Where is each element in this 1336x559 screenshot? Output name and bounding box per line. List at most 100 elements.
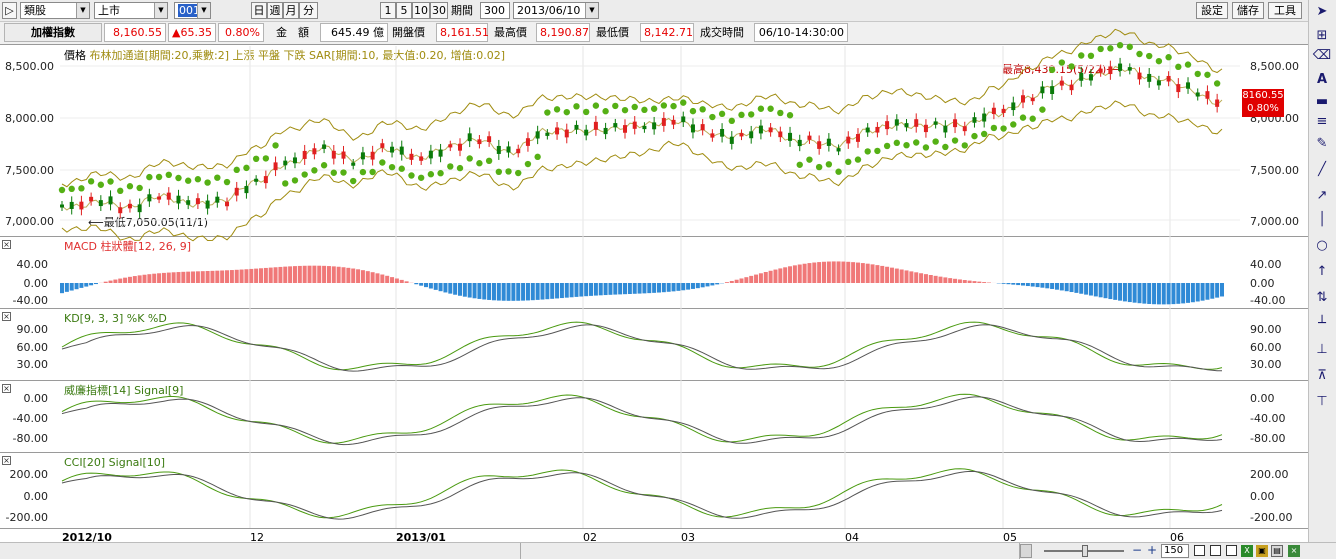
candle-body [302,150,307,159]
sar-dot [515,169,522,177]
zoom-out-icon[interactable]: − [1131,544,1143,557]
macd-bar [948,278,953,283]
candle-body [360,152,365,160]
macd-bar [1200,283,1205,301]
close-window-icon[interactable]: × [1288,545,1300,557]
candle-body [273,162,278,171]
crosshair-icon[interactable]: ⊞ [1310,26,1334,46]
macd-bar [1088,283,1093,296]
macd-bar [1113,283,1118,300]
macd-bar [550,283,555,299]
macd-bar [123,277,128,283]
hline-icon[interactable]: ▬ [1310,92,1334,112]
eraser-icon[interactable]: ⌫ [1310,46,1334,66]
macd-bar [521,283,526,301]
candle-body [661,118,666,126]
macd-bar [1171,283,1176,305]
sar-dot [175,174,182,182]
gann-icon[interactable]: ⊼ [1310,366,1334,386]
candle-body [283,160,288,166]
candle-body [1050,86,1055,95]
candle-body [1156,80,1161,86]
macd-bar [472,283,477,299]
candle-body [593,121,598,130]
macd-bar [1132,283,1137,303]
macd-bar [943,277,948,283]
window-restore-icon[interactable] [1210,545,1221,556]
sar-dot [757,105,765,112]
macd-bar [802,263,807,283]
macd-bar [559,283,564,299]
macd-bar [540,283,545,300]
cursor-icon[interactable]: ➤ [1310,2,1334,22]
rect-icon[interactable]: ⊤ [1310,392,1334,412]
candle-body [991,107,996,115]
macd-bar [186,271,191,283]
macd-bar [598,283,603,296]
macd-bar [424,283,429,288]
sar-dot [767,105,774,112]
chart-canvas[interactable] [0,0,1308,559]
text-icon[interactable]: A [1310,70,1334,90]
excel-icon[interactable]: X [1241,545,1253,557]
colors-icon[interactable]: ⇅ [1310,288,1334,308]
line-icon[interactable]: ╱ [1310,160,1334,180]
macd-bar [1137,283,1142,304]
lines-icon[interactable]: ≡ [1310,112,1334,132]
candle-body [729,136,734,144]
candle-body [933,121,938,125]
candle-body [574,124,579,130]
print-icon[interactable]: ▤ [1271,545,1283,557]
save-icon[interactable]: ▣ [1256,545,1268,557]
sar-dot [1145,52,1153,60]
sar-dot [417,174,425,181]
macd-bar [516,283,521,301]
macd-bar [739,278,744,283]
macd-bar [302,265,307,283]
zoom-slider-thumb[interactable] [1082,545,1088,557]
sar-dot [1175,63,1182,71]
circle-icon[interactable]: ○ [1310,236,1334,256]
sar-dot [951,137,959,144]
sar-dot [485,157,493,165]
up-arrow-icon[interactable]: ↑ [1310,262,1334,282]
candle-body [166,192,171,200]
sar-dot [340,169,347,176]
candle-body [234,187,239,196]
macd-bar [511,283,516,301]
macd-bar [1220,283,1224,297]
sar-dot [1058,59,1066,66]
bars-icon[interactable]: ┴ [1310,314,1334,334]
zoom-input[interactable]: 150 [1161,544,1189,558]
macd-bar [1161,283,1166,305]
candle-body [176,195,181,204]
macd-bar [176,272,181,283]
macd-bar [1122,283,1127,302]
candle-body [1215,99,1220,107]
window-maximize-icon[interactable] [1226,545,1237,556]
vline-icon[interactable]: │ [1310,210,1334,230]
macd-bar [1118,283,1123,301]
candle-body [720,128,725,137]
scroll-thumb[interactable] [1020,544,1032,558]
window-minimize-icon[interactable] [1194,545,1205,556]
macd-bar [292,266,297,283]
sar-dot [1213,80,1221,87]
sar-dot [359,168,367,176]
macd-bar [268,267,273,283]
sar-dot [505,168,512,175]
arrow-icon[interactable]: ↗ [1310,186,1334,206]
channel-icon[interactable]: ⊥ [1310,340,1334,360]
macd-bar [826,261,831,283]
williams-signal-line [61,396,1223,446]
kd-d-line [61,324,1222,372]
macd-bar [579,283,584,297]
pen-icon[interactable]: ✎ [1310,134,1334,154]
macd-bar [690,283,695,289]
macd-bar [686,283,691,290]
sar-dot [718,110,726,118]
macd-bar [953,278,958,283]
macd-bar [754,274,759,283]
scroll-area[interactable] [520,543,1020,559]
zoom-in-icon[interactable]: + [1146,544,1158,557]
